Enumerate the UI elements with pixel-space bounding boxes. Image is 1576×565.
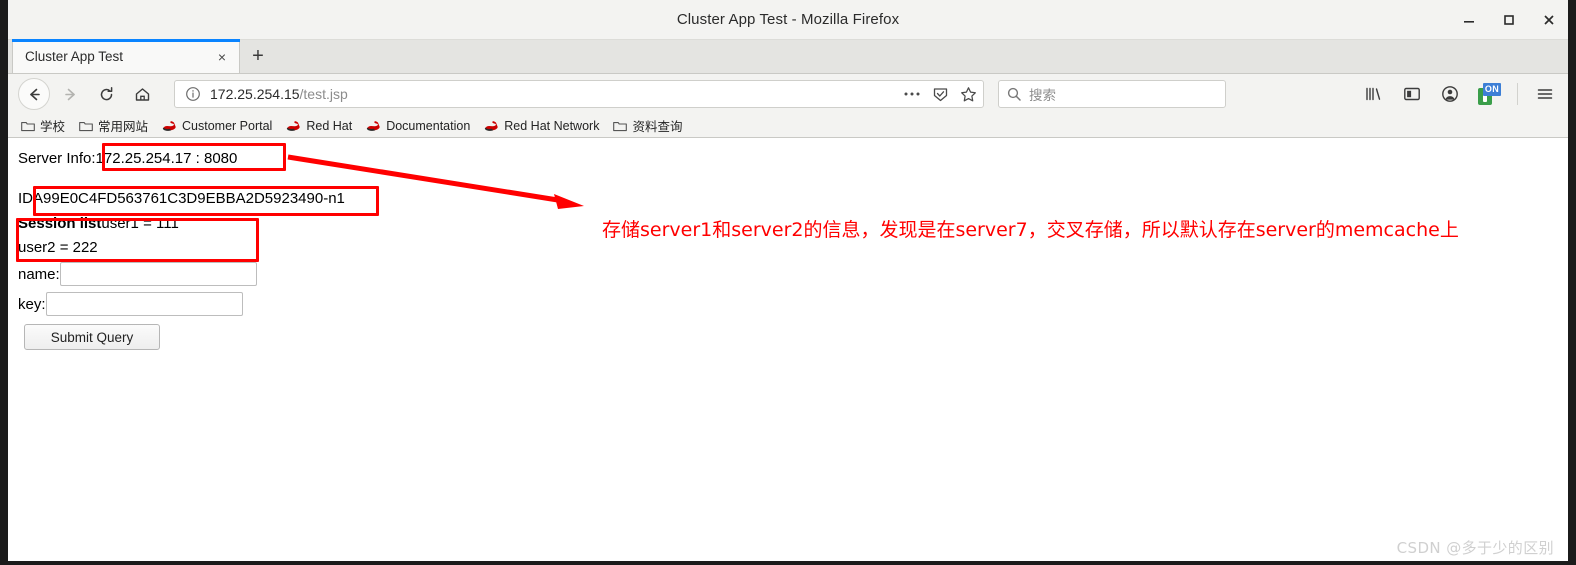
extension-badge-label: ON	[1482, 83, 1501, 96]
page-actions-icon[interactable]	[903, 85, 921, 103]
reload-icon[interactable]	[90, 78, 122, 110]
bookmark-star-icon[interactable]	[959, 85, 977, 103]
bookmark-label: 常用网站	[98, 120, 149, 134]
url-bar[interactable]: 172.25.254.15/test.jsp	[174, 80, 984, 108]
bookmarks-bar: 学校 常用网站 Customer Portal Red Hat Document…	[8, 114, 1568, 138]
name-input[interactable]	[59, 262, 257, 286]
search-placeholder: 搜索	[1029, 88, 1056, 103]
bookmark-item[interactable]: 常用网站	[74, 115, 153, 136]
name-label: name:	[18, 265, 60, 283]
hamburger-menu-icon[interactable]	[1534, 83, 1556, 105]
bookmark-label: 学校	[40, 120, 66, 134]
library-icon[interactable]	[1363, 83, 1385, 105]
toolbar-divider	[1517, 83, 1518, 105]
tab-close-icon[interactable]: ×	[213, 48, 231, 66]
url-path: /test.jsp	[299, 86, 348, 102]
folder-icon	[79, 120, 93, 132]
back-icon[interactable]	[18, 78, 50, 110]
bookmark-label: Red Hat Network	[504, 118, 600, 133]
server-info-label: Server Info:	[18, 150, 96, 167]
session-id-value: A99E0C4FD563761C3D9EBBA2D5923490-n1	[33, 190, 345, 207]
watermark: CSDN @多于少的区别	[1396, 539, 1554, 557]
search-icon	[1007, 87, 1021, 101]
key-field-row: key:	[18, 292, 1568, 316]
browser-window: Cluster App Test - Mozilla Firefox Clust…	[0, 0, 1576, 565]
window-title: Cluster App Test - Mozilla Firefox	[676, 11, 900, 28]
site-info-icon[interactable]	[185, 86, 201, 102]
bookmark-item[interactable]: 资料查询	[608, 115, 687, 136]
url-host: 172.25.254.15	[210, 86, 300, 102]
session-entry: user2 = 222	[18, 239, 98, 256]
redhat-icon	[366, 119, 381, 132]
maximize-icon[interactable]	[1500, 11, 1518, 29]
tab-cluster-app-test[interactable]: Cluster App Test ×	[12, 39, 240, 73]
tab-label: Cluster App Test	[25, 49, 124, 64]
navigation-toolbar: 172.25.254.15/test.jsp 搜索 ON	[8, 74, 1568, 114]
bookmark-label: 资料查询	[632, 120, 683, 134]
bookmark-label: Customer Portal	[182, 118, 273, 133]
session-id-line: IDA99E0C4FD563761C3D9EBBA2D5923490-n1	[18, 186, 1568, 212]
page-content: Server Info:172.25.254.17 : 8080 IDA99E0…	[8, 138, 1568, 561]
search-bar[interactable]: 搜索	[998, 80, 1226, 108]
url-text: 172.25.254.15/test.jsp	[210, 86, 895, 102]
redhat-icon	[484, 119, 499, 132]
minimize-icon[interactable]	[1460, 11, 1478, 29]
bookmark-label: Red Hat	[306, 118, 353, 133]
redhat-icon	[286, 119, 301, 132]
url-actions	[895, 85, 977, 103]
submit-query-button[interactable]: Submit Query	[24, 324, 160, 350]
account-icon[interactable]	[1439, 83, 1461, 105]
session-list-label: Session list	[18, 215, 102, 232]
bookmark-item[interactable]: 学校	[16, 115, 70, 136]
server-info-value: 172.25.254.17 : 8080	[95, 150, 238, 167]
toolbar-icons: ON	[1363, 83, 1558, 105]
bookmark-item[interactable]: Customer Portal	[157, 118, 277, 134]
server-info-line: Server Info:172.25.254.17 : 8080	[18, 146, 1568, 172]
window-controls	[1460, 0, 1558, 40]
bookmark-item[interactable]: Red Hat	[281, 118, 357, 134]
key-input[interactable]	[45, 292, 243, 316]
tab-strip: Cluster App Test × +	[8, 39, 1568, 74]
forward-icon[interactable]	[54, 78, 86, 110]
annotation-text: 存储server1和server2的信息，发现是在server7，交叉存储，所以…	[602, 219, 1459, 241]
session-id-label: ID	[18, 190, 33, 207]
close-icon[interactable]	[1540, 11, 1558, 29]
folder-icon	[613, 120, 628, 132]
home-icon[interactable]	[126, 78, 158, 110]
sidebar-icon[interactable]	[1401, 83, 1423, 105]
name-field-row: name:	[18, 262, 1568, 286]
new-tab-button[interactable]: +	[240, 39, 276, 73]
folder-icon	[21, 120, 35, 132]
bookmark-item[interactable]: Documentation	[361, 118, 475, 134]
extension-icon[interactable]: ON	[1477, 83, 1501, 105]
session-entry: user1 = 111	[101, 215, 179, 232]
bookmark-label: Documentation	[386, 118, 471, 133]
key-label: key:	[18, 295, 46, 313]
reader-view-icon[interactable]	[931, 85, 949, 103]
title-bar: Cluster App Test - Mozilla Firefox	[8, 0, 1568, 40]
bookmark-item[interactable]: Red Hat Network	[479, 118, 604, 134]
redhat-icon	[162, 119, 177, 132]
